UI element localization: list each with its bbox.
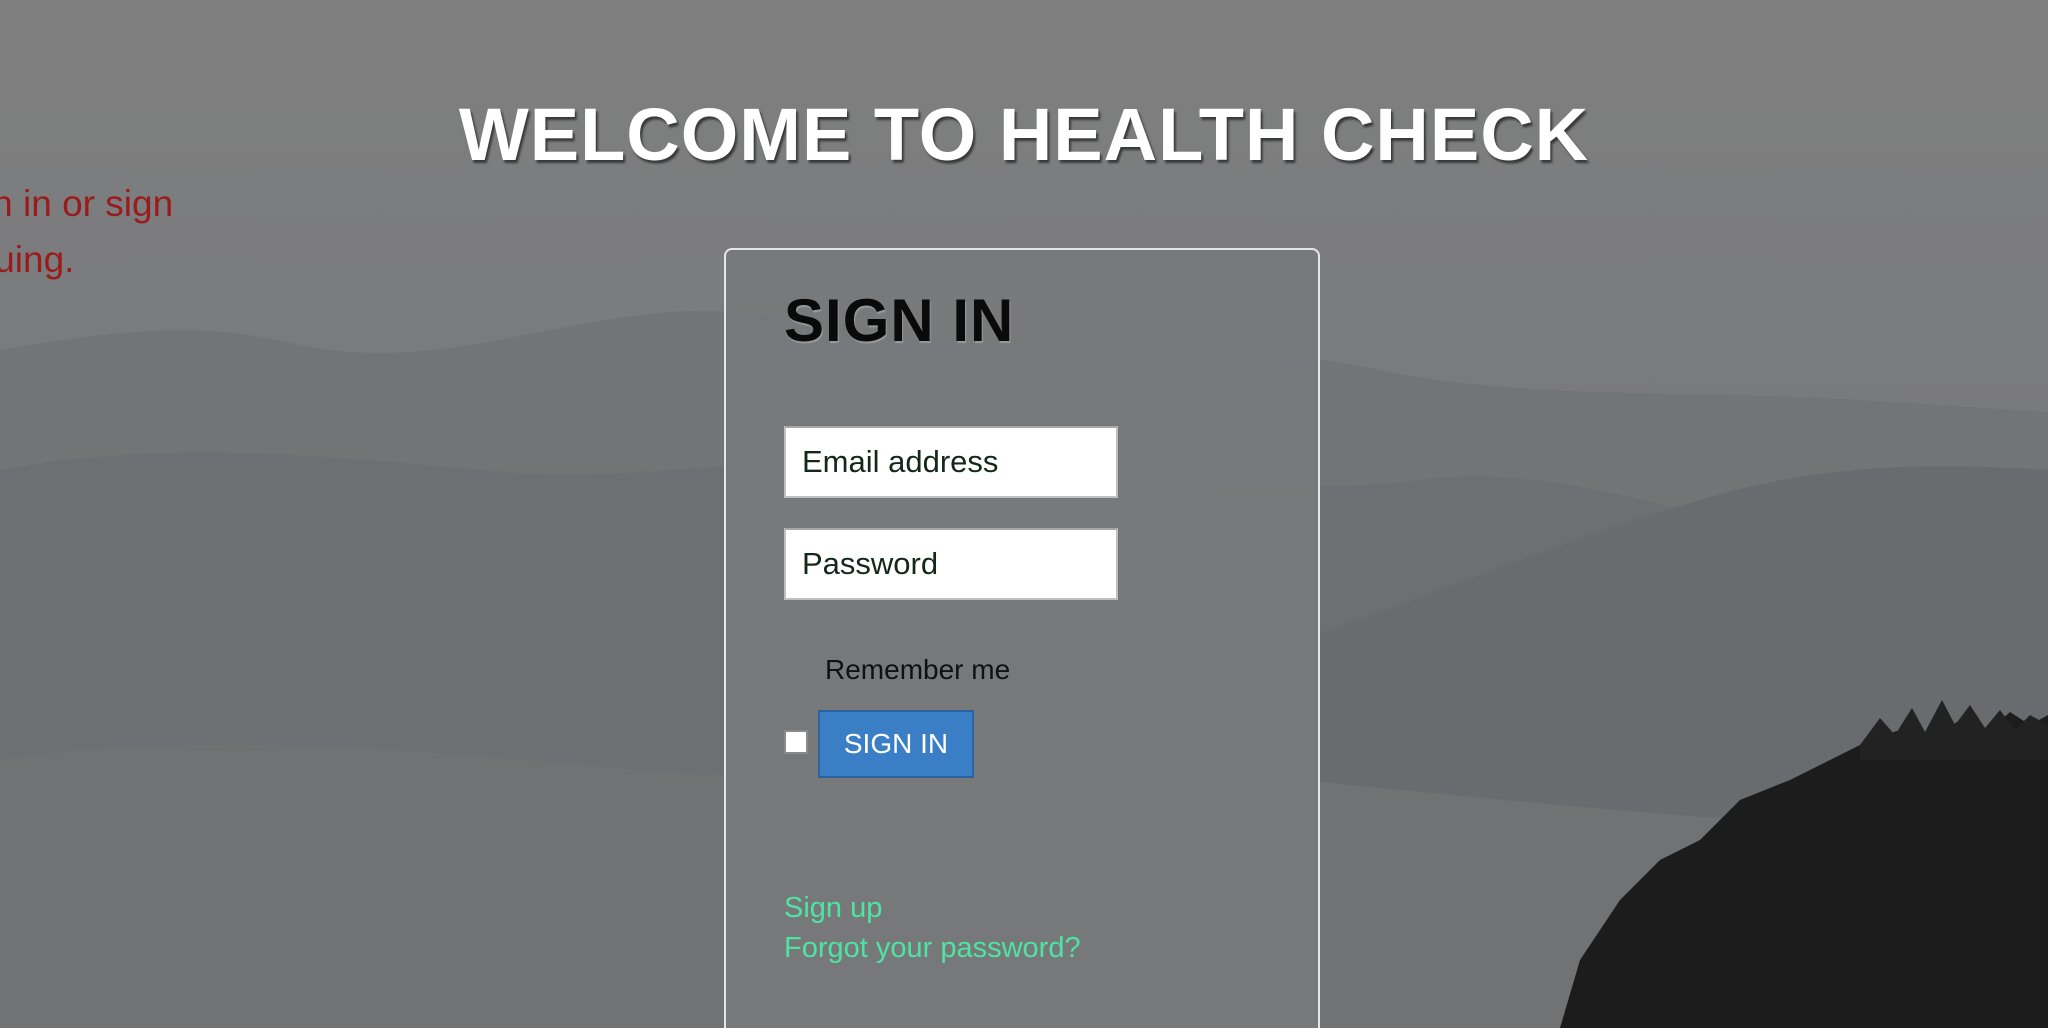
remember-me-label: Remember me [825, 654, 1011, 685]
page-title: WELCOME TO HEALTH CHECK [458, 93, 1590, 176]
alert-message: e sign in or sign ontinuing. [0, 183, 174, 280]
signin-panel: SIGN IN Remember me SIGN IN Sign up Forg… [724, 248, 1320, 1028]
email-field[interactable] [784, 426, 1118, 498]
password-field[interactable] [784, 528, 1118, 600]
sign-up-link[interactable]: Sign up [784, 892, 882, 925]
remember-me-checkbox[interactable] [784, 730, 808, 754]
forgot-password-link[interactable]: Forgot your password? [784, 932, 1081, 965]
signin-button[interactable]: SIGN IN [818, 710, 974, 778]
signin-heading: SIGN IN [784, 287, 1015, 354]
